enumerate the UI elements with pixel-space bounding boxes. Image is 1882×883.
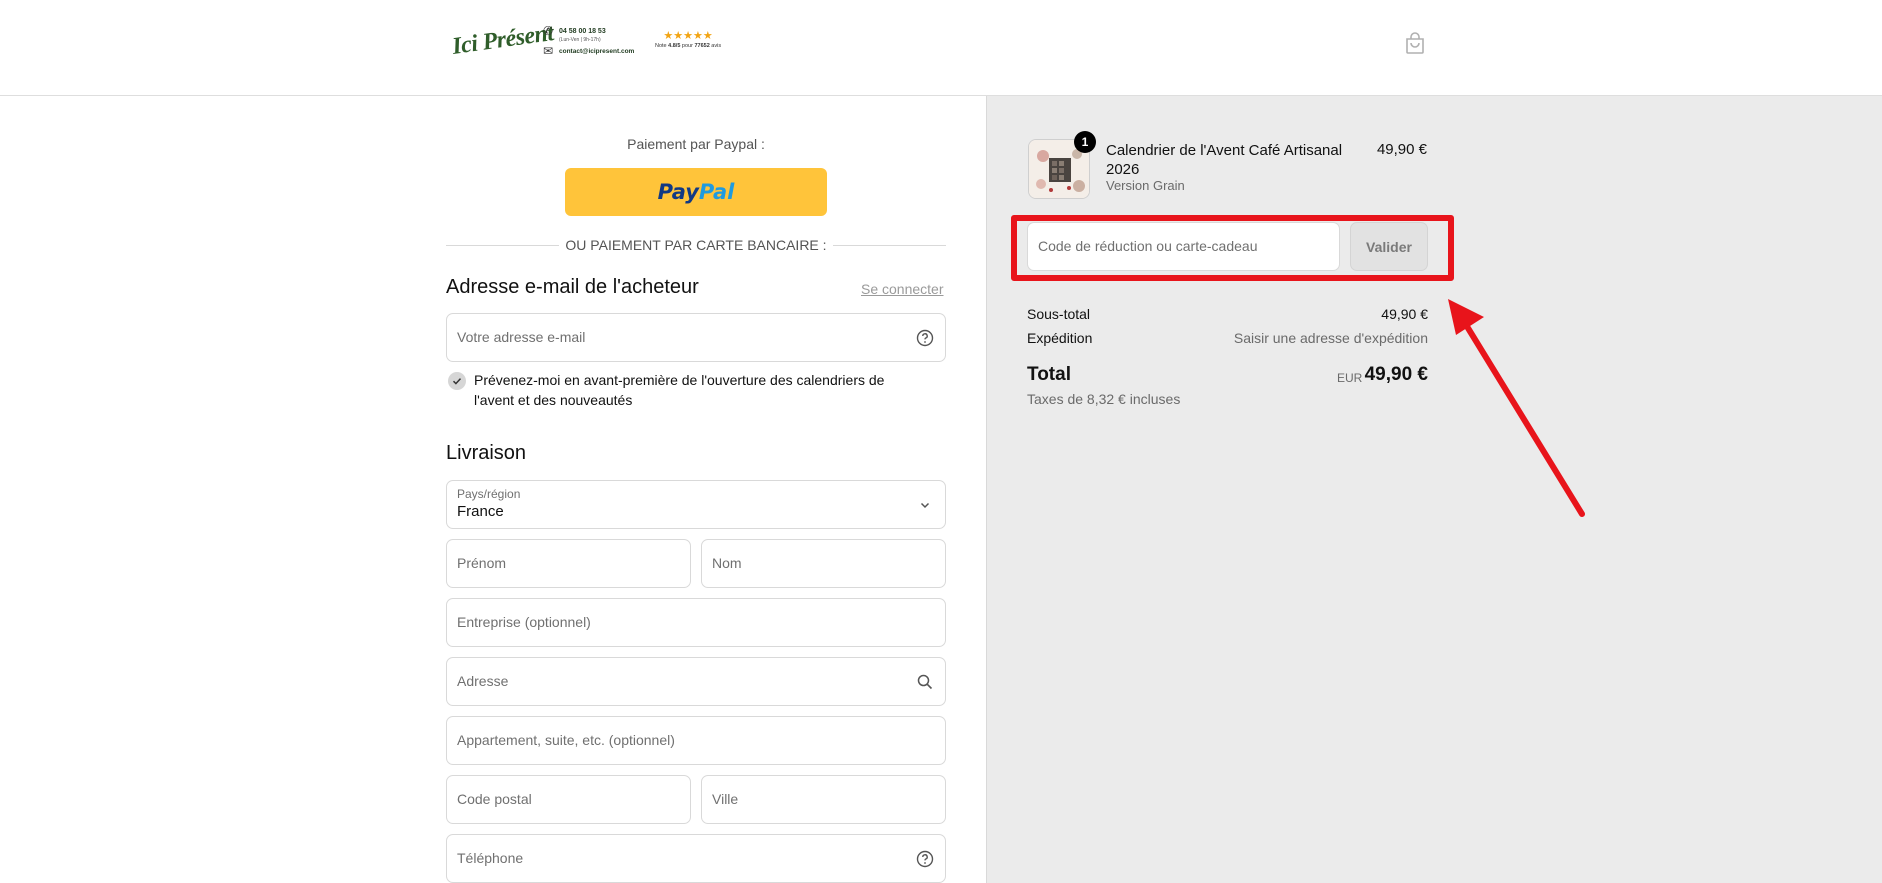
shopping-bag-icon[interactable] [1405,32,1425,54]
rating-stars-icon: ★★★★★ [663,30,713,42]
apartment-field[interactable]: Appartement, suite, etc. (optionnel) [446,716,946,765]
payment-divider: OU PAIEMENT PAR CARTE BANCAIRE : [446,236,946,254]
email-section-title: Adresse e-mail de l'acheteur [446,276,699,298]
product-name: Calendrier de l'Avent Café Artisanal 202… [1106,142,1343,178]
delivery-section-title: Livraison [446,442,527,464]
mail-icon: ✉ [542,44,554,58]
country-select[interactable]: Pays/région France [446,480,946,529]
chevron-down-icon [920,502,930,509]
email-placeholder: Votre adresse e-mail [457,329,586,345]
last-name-field[interactable]: Nom [701,539,946,588]
postal-code-field[interactable]: Code postal [446,775,691,824]
total-label: Total [1027,364,1071,385]
check-icon [452,378,462,385]
paypal-logo-pay: Pay [657,180,699,204]
opening-hours: (Lun-Ven | 9h-17h) [559,37,601,43]
total-value: 49,90 € [1364,364,1428,385]
shipping-label: Expédition [1027,330,1093,346]
help-circle-icon[interactable] [916,329,934,347]
phone-placeholder: Téléphone [457,850,524,866]
product-variant: Version Grain [1106,178,1185,193]
postal-code-placeholder: Code postal [457,791,532,807]
paypal-button[interactable]: Pay Pal [565,168,827,216]
city-placeholder: Ville [712,791,739,807]
country-label: Pays/région [457,487,521,501]
address-field[interactable]: Adresse [446,657,946,706]
last-name-placeholder: Nom [712,555,742,571]
contact-email: contact@icipresent.com [559,48,635,55]
company-field[interactable]: Entreprise (optionnel) [446,598,946,647]
phone-field[interactable]: Téléphone [446,834,946,883]
help-circle-icon[interactable] [916,850,934,868]
paypal-label: Paiement par Paypal : [627,136,765,152]
subtotal-label: Sous-total [1027,306,1091,322]
store-logo[interactable]: Ici Présent [451,20,556,61]
quantity-badge: 1 [1074,131,1096,153]
taxes-included: Taxes de 8,32 € incluses [1027,391,1181,407]
subtotal-value: 49,90 € [1381,306,1428,322]
first-name-field[interactable]: Prénom [446,539,691,588]
store-rating: ★★★★★ Note 4.8/5 pour 77652 avis [655,30,721,50]
checkout-header: Ici Présent ✆ 04 58 00 18 53 (Lun-Ven | … [0,0,1882,96]
discount-placeholder: Code de réduction ou carte-cadeau [1038,238,1258,254]
rating-note: Note 4.8/5 pour 77652 avis [655,43,722,49]
city-field[interactable]: Ville [701,775,946,824]
newsletter-label: Prévenez-moi en avant-première de l'ouve… [474,372,885,408]
country-value: France [457,503,504,520]
shipping-value: Saisir une adresse d'expédition [1233,330,1428,346]
first-name-placeholder: Prénom [457,555,507,571]
newsletter-checkbox[interactable] [448,372,466,390]
company-placeholder: Entreprise (optionnel) [457,614,591,630]
apartment-placeholder: Appartement, suite, etc. (optionnel) [457,732,675,748]
annotation-arrow-icon [1448,299,1585,517]
paypal-logo-pal: Pal [698,180,735,204]
address-placeholder: Adresse [457,673,509,689]
discount-code-input[interactable]: Code de réduction ou carte-cadeau [1027,222,1340,271]
phone-icon: ✆ [542,24,554,38]
contact-info: ✆ 04 58 00 18 53 (Lun-Ven | 9h-17h) ✉ co… [541,24,635,58]
login-link[interactable]: Se connecter [861,281,944,297]
search-icon [917,674,933,690]
email-field[interactable]: Votre adresse e-mail [446,313,946,362]
apply-discount-button[interactable]: Valider [1350,222,1428,271]
product-price: 49,90 € [1376,141,1427,158]
